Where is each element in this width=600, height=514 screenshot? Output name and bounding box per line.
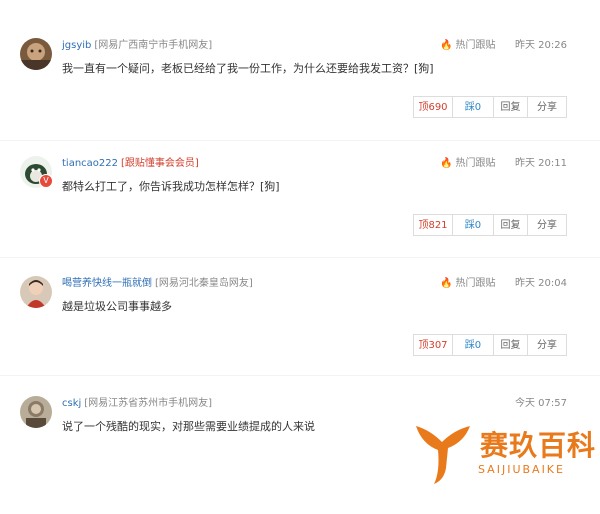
username-link[interactable]: 喝营养快线一瓶就倒 — [62, 278, 152, 289]
watermark-pinyin: SAIJIUBAIKE — [478, 463, 565, 476]
username-link[interactable]: cskj — [62, 398, 81, 409]
comment-meta: 喝营养快线一瓶就倒 [网易河北秦皇岛网友] — [62, 277, 253, 291]
hot-comment-label: 🔥 热门跟贴 — [440, 277, 495, 291]
comment-text: 都特么打工了，你告诉我成功怎样怎样？[狗] — [62, 180, 280, 193]
watermark-logo: 赛玖百科 SAIJIUBAIKE — [412, 418, 595, 488]
flame-icon: 🔥 — [440, 40, 453, 51]
divider — [0, 257, 600, 258]
vip-badge: V — [39, 174, 53, 188]
upvote-button[interactable]: 顶690 — [413, 96, 453, 118]
flame-icon: 🔥 — [440, 278, 453, 289]
hot-label-text: 热门跟贴 — [455, 158, 496, 169]
user-avatar[interactable] — [20, 396, 52, 428]
upvote-button[interactable]: 顶821 — [413, 214, 453, 236]
user-location: [网易广西南宁市手机网友] — [94, 40, 213, 51]
reply-button[interactable]: 回复 — [493, 96, 528, 118]
comment-meta: cskj [网易江苏省苏州市手机网友] — [62, 397, 212, 411]
user-avatar[interactable] — [20, 276, 52, 308]
comment-meta: jgsyib [网易广西南宁市手机网友] — [62, 39, 212, 53]
comment-actions: 顶821 踩0 回复 分享 — [413, 214, 567, 236]
reply-button[interactable]: 回复 — [493, 334, 528, 356]
upvote-button[interactable]: 顶307 — [413, 334, 453, 356]
username-link[interactable]: tiancao222 — [62, 158, 118, 169]
member-badge[interactable]: [跟贴懂事会会员] — [121, 158, 199, 169]
comment-time: 昨天 20:04 — [515, 278, 567, 289]
comment-time: 昨天 20:11 — [515, 158, 567, 169]
comment-text: 说了一个残酷的现实，对那些需要业绩提成的人来说 — [62, 420, 315, 433]
divider — [0, 140, 600, 141]
comment-time: 昨天 20:26 — [515, 40, 567, 51]
reply-button[interactable]: 回复 — [493, 214, 528, 236]
hot-label-text: 热门跟贴 — [455, 40, 496, 51]
hot-label-text: 热门跟贴 — [455, 278, 496, 289]
comment-actions: 顶690 踩0 回复 分享 — [413, 96, 567, 118]
username-link[interactable]: jgsyib — [62, 40, 91, 51]
comment-text: 我一直有一个疑问，老板已经给了我一份工作，为什么还要给我发工资？[狗] — [62, 62, 434, 75]
share-button[interactable]: 分享 — [527, 96, 567, 118]
comment-text: 越是垃圾公司事事越多 — [62, 300, 172, 313]
comment-time: 今天 07:57 — [515, 398, 567, 409]
downvote-button[interactable]: 踩0 — [452, 96, 494, 118]
hot-comment-label: 🔥 热门跟贴 — [440, 157, 495, 171]
share-button[interactable]: 分享 — [527, 334, 567, 356]
downvote-button[interactable]: 踩0 — [452, 334, 494, 356]
user-location: [网易河北秦皇岛网友] — [155, 278, 253, 289]
divider — [0, 375, 600, 376]
downvote-button[interactable]: 踩0 — [452, 214, 494, 236]
comment-item: 喝营养快线一瓶就倒 [网易河北秦皇岛网友] 🔥 热门跟贴 昨天 20:04 越是垃圾… — [0, 276, 600, 394]
user-avatar[interactable] — [20, 38, 52, 70]
comment-meta: tiancao222 [跟贴懂事会会员] — [62, 157, 199, 171]
user-location: [网易江苏省苏州市手机网友] — [84, 398, 213, 409]
watermark-name: 赛玖百科 — [480, 429, 597, 462]
comment-item: jgsyib [网易广西南宁市手机网友] 🔥 热门跟贴 昨天 20:26 我一直有一… — [0, 38, 600, 156]
hot-comment-label: 🔥 热门跟贴 — [440, 39, 495, 53]
flame-icon: 🔥 — [440, 158, 453, 169]
whale-tail-logo-icon — [416, 426, 470, 484]
share-button[interactable]: 分享 — [527, 214, 567, 236]
comment-actions: 顶307 踩0 回复 分享 — [413, 334, 567, 356]
